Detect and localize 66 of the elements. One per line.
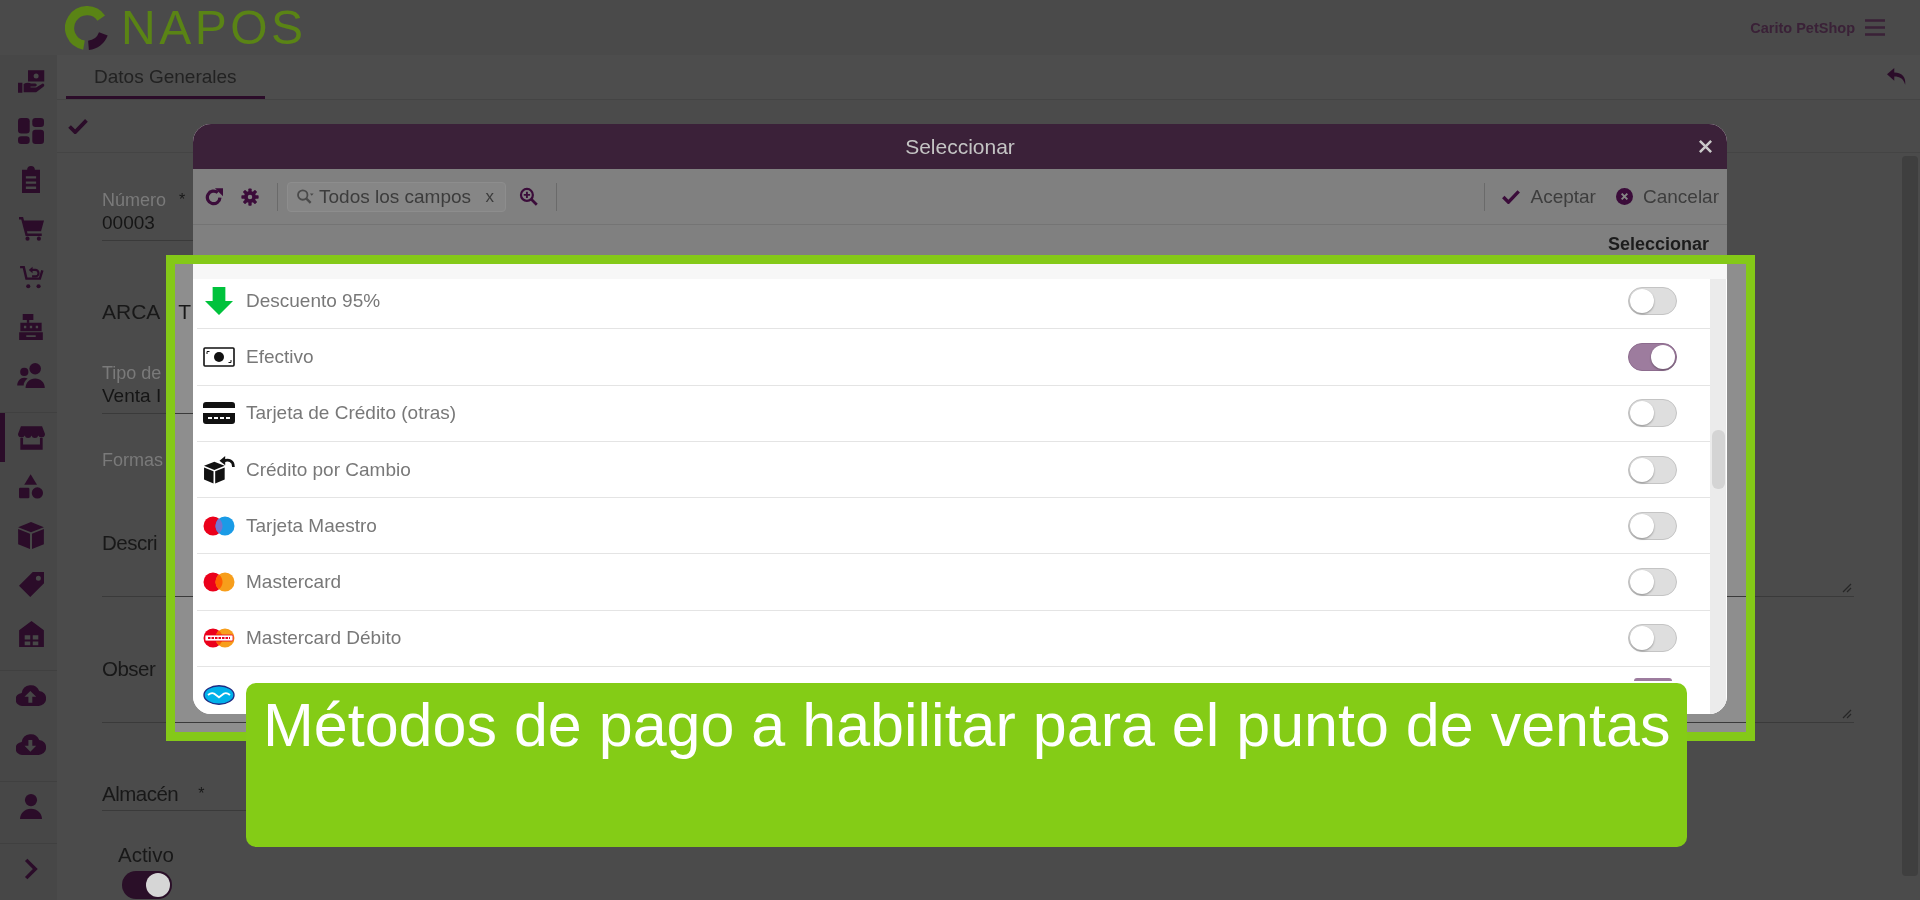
resize-handle-icon[interactable]: [1842, 583, 1852, 593]
cloud-download-icon[interactable]: [16, 734, 46, 755]
tutorial-caption: Métodos de pago a habilitar para el punto de ventas: [246, 683, 1688, 847]
box-icon[interactable]: [18, 522, 44, 549]
cart-icon[interactable]: [18, 216, 44, 241]
scrollbar-track[interactable]: [1710, 279, 1726, 714]
resize-handle-icon[interactable]: [1842, 709, 1852, 719]
close-circle-icon: [1615, 188, 1633, 205]
close-icon[interactable]: [1698, 139, 1713, 154]
cancel-button[interactable]: Cancelar: [1615, 185, 1719, 208]
column-header: Seleccionar: [1607, 233, 1709, 255]
dialog-title: Seleccionar: [905, 134, 1015, 159]
payment-method-name: Crédito por Cambio: [246, 458, 411, 481]
section-title: T: [178, 299, 192, 325]
dashboard-icon[interactable]: [18, 117, 44, 144]
cart-arrow-icon[interactable]: [18, 266, 44, 289]
users-icon[interactable]: [17, 363, 45, 388]
required-mark: *: [179, 190, 186, 210]
payment-method-name: Descuento 95%: [246, 289, 381, 312]
clipboard-icon[interactable]: [22, 166, 40, 193]
payment-method-name: Tarjeta de Crédito (otras): [246, 402, 457, 425]
check-icon[interactable]: [68, 118, 88, 134]
toggle-switch[interactable]: [1634, 678, 1672, 682]
menu-icon[interactable]: [1865, 19, 1885, 36]
banknote-icon: [203, 346, 235, 367]
box-arrow-icon: [203, 455, 235, 484]
toggle-switch[interactable]: [1628, 511, 1677, 540]
overlapping-circles-icon: [203, 515, 235, 536]
logo-text: NAPOS: [121, 2, 307, 53]
arrow-down-icon: [205, 286, 233, 315]
cash-register-icon[interactable]: [19, 313, 43, 340]
zoom-in-icon[interactable]: [519, 187, 538, 206]
user-icon[interactable]: [20, 794, 42, 819]
credit-card-icon: [203, 402, 235, 425]
toggle-switch[interactable]: [1628, 286, 1677, 315]
toggle-switch[interactable]: [1628, 455, 1677, 484]
oval-wave-icon: [203, 684, 235, 705]
chevron-right-icon[interactable]: [24, 857, 38, 880]
payment-method-name: Mastercard Débito: [246, 627, 402, 650]
store-icon[interactable]: [17, 425, 45, 450]
shapes-icon[interactable]: [19, 474, 43, 499]
search-field[interactable]: Todos los campos x: [287, 181, 506, 212]
payment-method-name: Efectivo: [246, 345, 314, 368]
required-mark: *: [198, 784, 205, 804]
toggle-switch[interactable]: [1628, 568, 1677, 597]
logo-ring-icon: [65, 5, 109, 50]
toggle-switch[interactable]: [122, 871, 172, 899]
clear-button[interactable]: x: [483, 186, 496, 207]
search-icon: [296, 188, 314, 205]
overlapping-circles-icon: [203, 572, 235, 593]
toggle-switch[interactable]: [1628, 624, 1677, 653]
toggle-switch[interactable]: [1628, 342, 1677, 371]
refresh-icon[interactable]: [205, 187, 223, 206]
filter-text: Todos los campos: [319, 185, 472, 208]
payment-method-name: Mastercard: [246, 571, 342, 594]
warehouse-icon[interactable]: [18, 620, 44, 647]
accept-button[interactable]: Aceptar: [1502, 185, 1596, 208]
payment-method-name: Tarjeta Maestro: [246, 514, 377, 537]
check-icon: [1502, 189, 1521, 204]
toggle-switch[interactable]: [1628, 399, 1677, 428]
cloud-upload-icon[interactable]: [16, 685, 46, 706]
settings-icon[interactable]: [241, 187, 259, 206]
price-tag-icon[interactable]: [18, 572, 44, 597]
circles-band-icon: [203, 628, 235, 649]
hand-cash-icon[interactable]: [17, 70, 45, 93]
scrollbar-thumb[interactable]: [1711, 430, 1725, 489]
